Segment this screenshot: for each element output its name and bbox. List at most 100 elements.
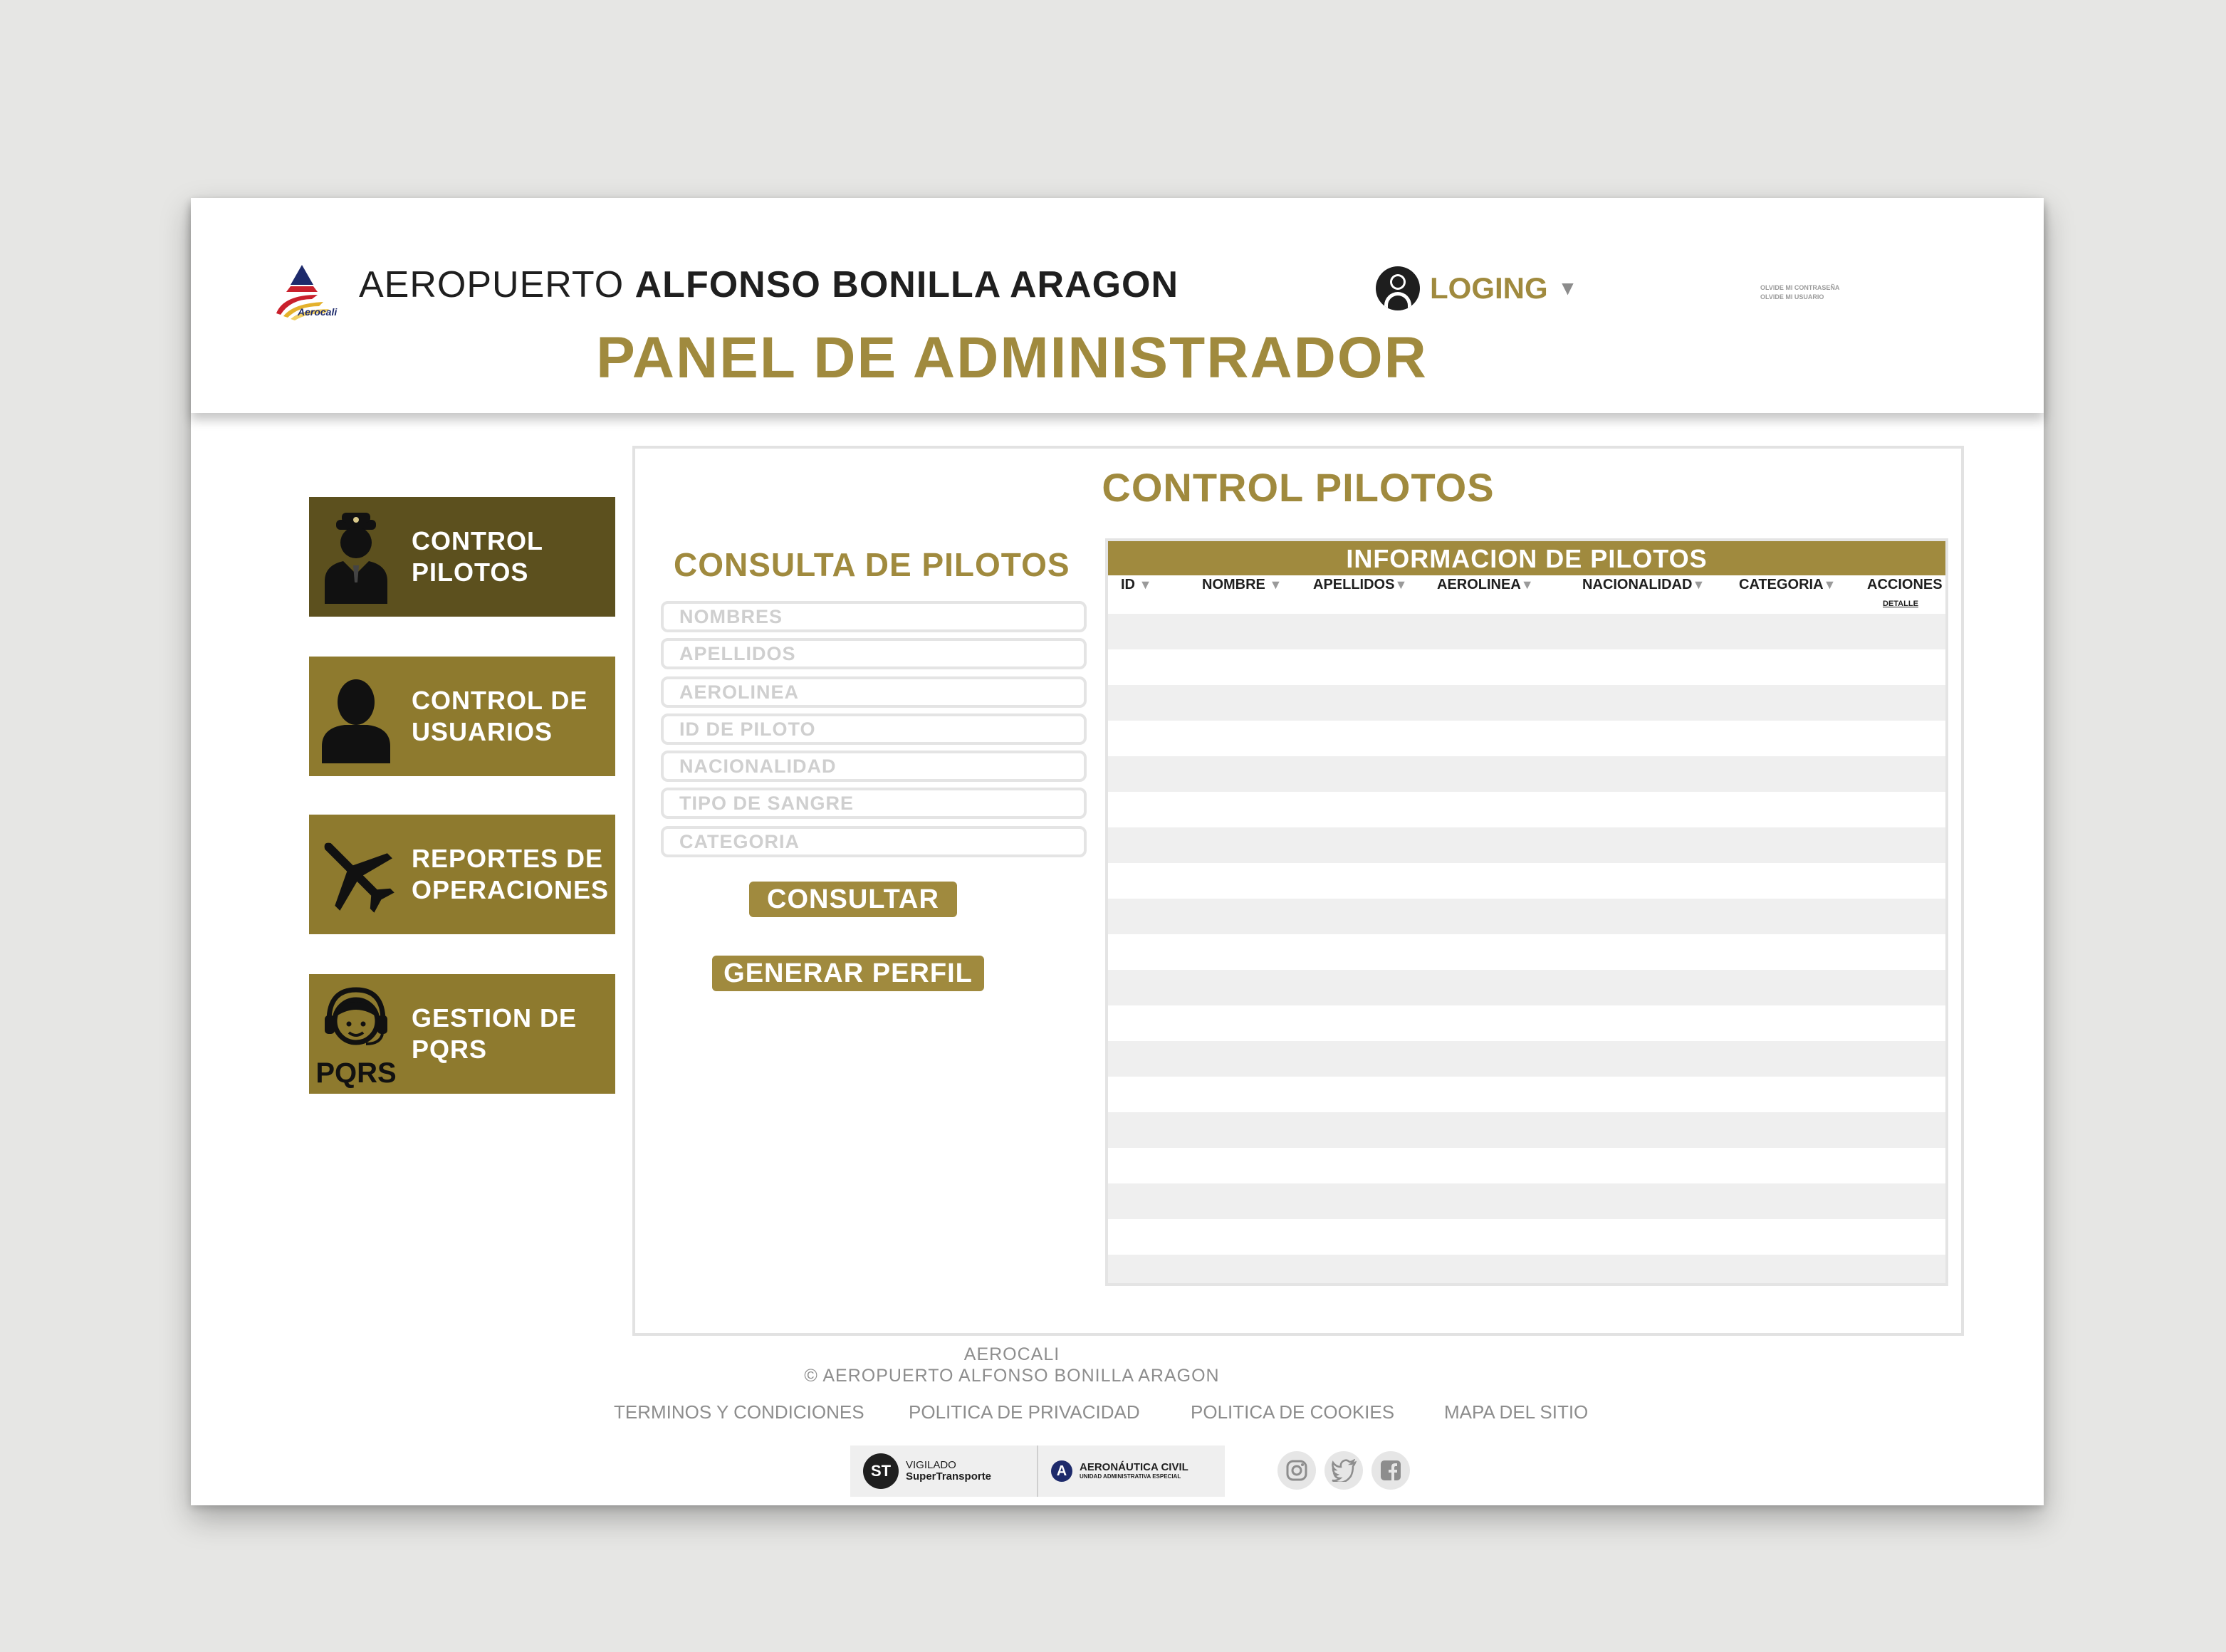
table-row <box>1108 1005 1945 1041</box>
chevron-down-icon[interactable]: ▼ <box>1558 277 1578 300</box>
terms-link[interactable]: TERMINOS Y CONDICIONES <box>614 1401 864 1423</box>
login-label[interactable]: LOGING <box>1430 271 1548 305</box>
supertransporte-line1: VIGILADO <box>906 1459 956 1471</box>
facebook-icon[interactable] <box>1371 1451 1410 1490</box>
sidebar-item-label-line2: USUARIOS <box>412 717 553 746</box>
sidebar-item-label: CONTROL DE USUARIOS <box>402 685 608 748</box>
supertransporte-logo: ST <box>863 1453 899 1489</box>
table-row <box>1108 649 1945 685</box>
table-row <box>1108 899 1945 934</box>
column-header-nacionalidad[interactable]: NACIONALIDAD▼ <box>1582 577 1705 593</box>
sidebar-item-control-usuarios[interactable]: CONTROL DE USUARIOS <box>309 657 615 776</box>
page-frame: Aerocali AEROPUERTO ALFONSO BONILLA ARAG… <box>191 198 2044 1505</box>
privacy-link[interactable]: POLITICA DE PRIVACIDAD <box>909 1401 1140 1423</box>
table-row <box>1108 1219 1945 1255</box>
sort-arrow-icon: ▼ <box>1823 577 1836 592</box>
supertransporte-line2: SuperTransporte <box>906 1470 992 1483</box>
table-row <box>1108 614 1945 649</box>
sitemap-link[interactable]: MAPA DEL SITIO <box>1444 1401 1588 1423</box>
panel-title: PANEL DE ADMINISTRADOR <box>596 325 1428 390</box>
sort-arrow-icon: ▼ <box>1139 577 1152 592</box>
column-header-id[interactable]: ID ▼ <box>1121 577 1151 593</box>
nacionalidad-field[interactable] <box>661 751 1087 782</box>
query-title: CONSULTA DE PILOTOS <box>674 546 1070 583</box>
table-row <box>1108 970 1945 1005</box>
login-menu[interactable]: LOGING ▼ <box>1376 266 1577 310</box>
main-content: CONTROL PILOTOS CONSULTA DE PILOTOS CONS… <box>632 446 1964 1336</box>
table-header: ID ▼ NOMBRE ▼ APELLIDOS▼ AEROLINEA▼ NACI… <box>1108 575 1945 597</box>
table-row <box>1108 721 1945 756</box>
logo-text: Aerocali <box>298 306 338 318</box>
sidebar-item-gestion-pqrs[interactable]: PQRS GESTION DE PQRS <box>309 974 615 1094</box>
aerolinea-field[interactable] <box>661 676 1087 708</box>
aeronautica-civil-logo: A <box>1051 1460 1072 1482</box>
airplane-icon <box>324 842 394 913</box>
sidebar-item-label-line2: OPERACIONES <box>412 875 610 904</box>
forgot-user-link[interactable]: OLVIDE MI USUARIO <box>1760 293 1839 302</box>
footer-copyright: © AEROPUERTO ALFONSO BONILLA ARAGON <box>804 1366 1220 1386</box>
user-icon <box>322 679 390 763</box>
detalle-link[interactable]: DETALLE <box>1883 600 1918 608</box>
column-header-acciones: ACCIONES <box>1867 577 1943 592</box>
table-row <box>1108 934 1945 970</box>
consultar-button[interactable]: CONSULTAR <box>749 882 957 917</box>
airport-title-bold: ALFONSO BONILLA ARAGON <box>634 264 1179 305</box>
table-row <box>1108 792 1945 827</box>
sidebar-item-reportes-operaciones[interactable]: REPORTES DE OPERACIONES <box>309 815 615 934</box>
sidebar-item-label-line1: CONTROL DE <box>412 686 588 715</box>
twitter-icon[interactable] <box>1324 1451 1363 1490</box>
generar-perfil-button[interactable]: GENERAR PERFIL <box>712 956 984 991</box>
pilots-table: INFORMACION DE PILOTOS ID ▼ NOMBRE ▼ APE… <box>1105 538 1948 1286</box>
cookies-link[interactable]: POLITICA DE COOKIES <box>1191 1401 1394 1423</box>
airport-title: AEROPUERTO ALFONSO BONILLA ARAGON <box>359 263 1179 306</box>
column-header-nombre[interactable]: NOMBRE ▼ <box>1202 577 1282 593</box>
aeronautica-line2: UNIDAD ADMINISTRATIVA ESPECIAL <box>1080 1473 1181 1480</box>
instagram-icon[interactable] <box>1277 1451 1316 1490</box>
column-header-apellidos[interactable]: APELLIDOS▼ <box>1313 577 1407 593</box>
sidebar-item-control-pilotos[interactable]: CONTROL PILOTOS <box>309 497 615 617</box>
footer-brand: AEROCALI <box>963 1344 1060 1364</box>
column-header-aerolinea[interactable]: AEROLINEA▼ <box>1437 577 1534 593</box>
table-row <box>1108 1255 1945 1283</box>
pilot-icon <box>325 513 387 604</box>
table-row <box>1108 1041 1945 1077</box>
table-row: DETALLE <box>1108 597 1945 614</box>
sort-arrow-icon: ▼ <box>1692 577 1705 592</box>
sort-arrow-icon: ▼ <box>1394 577 1408 592</box>
user-account-icon <box>1376 266 1420 310</box>
table-row <box>1108 756 1945 792</box>
nombres-field[interactable] <box>661 601 1087 632</box>
tipo-sangre-field[interactable] <box>661 788 1087 819</box>
table-row <box>1108 1112 1945 1148</box>
sidebar-item-label: GESTION DE PQRS <box>402 1003 608 1065</box>
table-row <box>1108 685 1945 721</box>
forgot-password-link[interactable]: OLVIDE MI CONTRASEÑA <box>1760 283 1839 293</box>
content-title: CONTROL PILOTOS <box>1102 465 1495 510</box>
table-row <box>1108 1148 1945 1183</box>
pqrs-icon-text: PQRS <box>315 1057 396 1089</box>
sidebar-item-label-line2: PILOTOS <box>412 558 529 587</box>
aeronautica-line1: AERONÁUTICA CIVIL <box>1080 1461 1188 1473</box>
aeronautica-civil-badge: A AERONÁUTICA CIVIL UNIDAD ADMINISTRATIV… <box>1037 1446 1225 1497</box>
table-row <box>1108 827 1945 863</box>
forgot-links: OLVIDE MI CONTRASEÑA OLVIDE MI USUARIO <box>1760 283 1839 302</box>
sidebar-item-label-line1: GESTION DE <box>412 1003 578 1032</box>
sidebar-item-label-line1: CONTROL <box>412 526 543 555</box>
column-header-categoria[interactable]: CATEGORIA▼ <box>1739 577 1836 593</box>
pqrs-headset-icon: PQRS <box>315 987 397 1089</box>
table-row <box>1108 863 1945 899</box>
sidebar-item-label-line2: PQRS <box>412 1035 488 1064</box>
table-row <box>1108 1183 1945 1219</box>
footer-badges: ST VIGILADO SuperTransporte A AERONÁUTIC… <box>850 1446 1225 1497</box>
supertransporte-badge: ST VIGILADO SuperTransporte <box>850 1446 1037 1497</box>
sidebar-item-label: REPORTES DE OPERACIONES <box>402 843 608 906</box>
categoria-field[interactable] <box>661 826 1087 857</box>
id-piloto-field[interactable] <box>661 713 1087 745</box>
table-title: INFORMACION DE PILOTOS <box>1108 541 1945 575</box>
table-body: DETALLE <box>1108 597 1945 1283</box>
airport-title-light: AEROPUERTO <box>359 264 625 305</box>
header: Aerocali AEROPUERTO ALFONSO BONILLA ARAG… <box>191 198 2044 413</box>
sidebar-item-label-line1: REPORTES DE <box>412 844 604 873</box>
sidebar-item-label: CONTROL PILOTOS <box>402 526 608 588</box>
apellidos-field[interactable] <box>661 638 1087 669</box>
